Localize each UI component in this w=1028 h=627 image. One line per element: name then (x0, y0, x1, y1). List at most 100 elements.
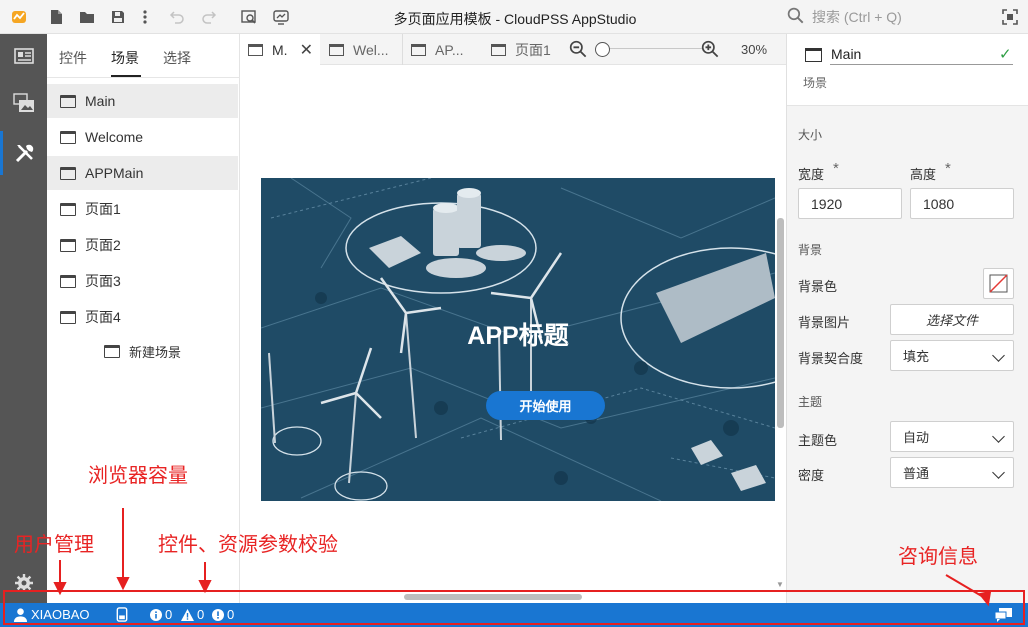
fullscreen-icon[interactable] (1000, 7, 1020, 27)
height-label: 高度 (910, 167, 937, 182)
scene-icon (248, 43, 263, 56)
warning-count[interactable]: 0 (181, 607, 204, 622)
scene-item-page2[interactable]: 页面2 (47, 228, 238, 262)
consult-button[interactable] (994, 607, 1013, 622)
rail-item-controls[interactable] (0, 34, 47, 78)
doc-tab-main[interactable]: M. ✕ (240, 34, 320, 65)
save-icon[interactable] (108, 7, 128, 27)
rail-item-settings[interactable] (0, 561, 47, 605)
more-icon[interactable] (135, 7, 155, 27)
chevron-down-icon (992, 349, 1005, 362)
active-tab-indicator (111, 75, 141, 77)
new-scene-button[interactable]: 新建场景 (47, 334, 238, 368)
screenshot-icon[interactable] (271, 7, 291, 27)
info-icon (150, 608, 162, 621)
bg-color-label: 背景色 (798, 279, 838, 294)
choose-file-button[interactable]: 选择文件 (890, 304, 1014, 335)
bg-fit-select[interactable]: 填充 (890, 340, 1014, 371)
rail-item-design[interactable] (0, 131, 47, 175)
scene-item-page4[interactable]: 页面4 (47, 300, 238, 334)
tab-select[interactable]: 选择 (163, 48, 191, 68)
search-box[interactable]: 搜索 (Ctrl + Q) (787, 6, 982, 28)
scroll-down-arrow-icon[interactable]: ▼ (776, 580, 784, 589)
width-label: 宽度 (798, 167, 825, 182)
horizontal-scrollbar[interactable] (404, 594, 582, 600)
vertical-scrollbar[interactable] (777, 218, 784, 428)
scene-icon (60, 238, 76, 252)
close-icon[interactable]: ✕ (300, 40, 313, 60)
zoom-out-icon[interactable] (569, 40, 587, 61)
chat-icon (994, 608, 1012, 622)
preview-icon[interactable] (239, 7, 259, 27)
scene-icon (805, 48, 822, 62)
activity-rail (0, 34, 47, 603)
scene-icon (491, 43, 506, 56)
zoom-in-icon[interactable] (701, 40, 719, 61)
chevron-down-icon (992, 466, 1005, 479)
annotation-browser-capacity: 浏览器容量 (88, 465, 188, 487)
gear-icon (14, 574, 33, 592)
height-input[interactable]: 1080 (910, 188, 1014, 219)
annotation-validation: 控件、资源参数校验 (158, 534, 338, 556)
scene-icon (60, 130, 76, 144)
info-count[interactable]: 0 (150, 607, 172, 622)
doc-tab-welcome[interactable]: Wel... (321, 34, 401, 65)
doc-tab-appmain[interactable]: AP... (402, 34, 482, 65)
scene-item-welcome[interactable]: Welcome (47, 120, 238, 154)
properties-panel: Main ✓ 场景 大小 宽度 * 高度 * 1920 1080 背景 背景色 … (786, 34, 1028, 603)
logo-icon[interactable] (9, 7, 29, 27)
required-mark: * (833, 160, 839, 177)
document-tabs: M. ✕ Wel... AP... 页面1 30% (240, 34, 786, 65)
scene-item-page3[interactable]: 页面3 (47, 264, 238, 298)
new-file-icon[interactable] (46, 7, 66, 27)
scene-icon (104, 344, 120, 358)
rail-item-resources[interactable] (0, 81, 47, 125)
title-bar: 多页面应用模板 - CloudPSS AppStudio 搜索 (Ctrl + … (0, 0, 1028, 34)
username: XIAOBAO (31, 607, 90, 622)
density-select[interactable]: 普通 (890, 457, 1014, 488)
bg-image-label: 背景图片 (798, 315, 851, 330)
bg-color-picker[interactable] (983, 268, 1014, 299)
scene-preview[interactable]: APP标题 开始使用 (261, 178, 775, 501)
scene-label: 页面3 (85, 273, 121, 289)
scene-panel: 控件 场景 选择 Main Welcome APPMain 页面1 页面2 页面… (47, 34, 240, 603)
window-title: 多页面应用模板 - CloudPSS AppStudio (393, 11, 637, 27)
width-input[interactable]: 1920 (798, 188, 902, 219)
start-button[interactable]: 开始使用 (486, 391, 605, 420)
open-folder-icon[interactable] (77, 7, 97, 27)
scene-item-page1[interactable]: 页面1 (47, 192, 238, 226)
annotation-user-management: 用户管理 (14, 534, 94, 556)
confirm-check-icon[interactable]: ✓ (999, 45, 1012, 63)
redo-icon[interactable] (199, 7, 219, 27)
error-count[interactable]: 0 (212, 607, 234, 622)
properties-header: Main ✓ 场景 (787, 34, 1028, 106)
tab-controls[interactable]: 控件 (59, 48, 87, 68)
chevron-down-icon (992, 430, 1005, 443)
bg-fit-value: 填充 (903, 349, 930, 364)
doc-tab-label: Wel... (353, 41, 389, 58)
scene-icon (411, 43, 426, 56)
scene-item-main[interactable]: Main (47, 84, 238, 118)
zoom-slider-handle[interactable] (595, 42, 610, 57)
image-resource-icon (12, 93, 34, 112)
undo-icon[interactable] (167, 7, 187, 27)
density-value: 普通 (903, 466, 930, 481)
tab-scenes[interactable]: 场景 (111, 48, 139, 68)
doc-tab-page1[interactable]: 页面1 (483, 34, 563, 65)
scene-item-appmain[interactable]: APPMain (47, 156, 238, 190)
theme-color-select[interactable]: 自动 (890, 421, 1014, 452)
scene-label: 页面4 (85, 309, 121, 325)
storage-indicator[interactable] (116, 607, 128, 622)
scene-name-input[interactable]: Main (831, 46, 861, 62)
bg-fit-label: 背景契合度 (798, 351, 864, 366)
app-title: APP标题 (467, 322, 569, 350)
doc-tab-label: M. (272, 41, 288, 58)
scene-icon (60, 310, 76, 324)
scene-icon (60, 94, 76, 108)
scene-label: Welcome (85, 129, 144, 145)
zoom-slider[interactable] (595, 41, 702, 57)
scene-label: APPMain (85, 165, 144, 181)
scene-icon (60, 274, 76, 288)
zoom-level: 30% (741, 42, 768, 57)
user-menu[interactable]: XIAOBAO (13, 607, 90, 622)
